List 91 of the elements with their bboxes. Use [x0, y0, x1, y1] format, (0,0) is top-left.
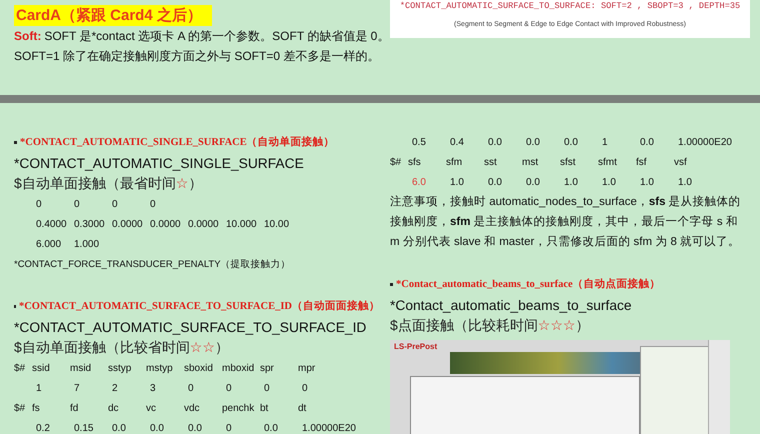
section-heading: *CONTACT_AUTOMATIC_SINGLE_SURFACE（自动单面接触）: [20, 135, 335, 149]
field-value: 6.000: [35, 238, 62, 250]
field-name: fsf: [636, 156, 647, 168]
field-name: mstyp: [146, 362, 173, 374]
field-value: 1: [601, 136, 608, 148]
field-name: fs: [32, 402, 40, 414]
field-name: bt: [260, 402, 268, 414]
field-name: mboxid: [222, 362, 254, 374]
keyword-text: *Contact_automatic_beams_to_surface: [390, 298, 632, 312]
keyword-text: *CONTACT_AUTOMATIC_SURFACE_TO_SURFACE_ID: [14, 320, 366, 334]
bullet-icon: [14, 140, 17, 144]
field-value: 1.0: [563, 176, 578, 188]
field-value: 0.0: [187, 422, 202, 434]
field-name: vc: [146, 402, 156, 414]
field-value: 0.0: [111, 422, 126, 434]
field-name: ssid: [32, 362, 50, 374]
term-label: Soft:: [14, 29, 42, 43]
field-value: 0.0: [149, 422, 164, 434]
field-value: 0: [35, 198, 42, 210]
field-value: 0.5: [411, 136, 426, 148]
field-value: 0.0: [487, 176, 502, 188]
field-value: 1.000: [73, 238, 100, 250]
app-title: LS-PrePost: [394, 342, 438, 351]
field-name: penchk: [222, 402, 254, 414]
field-value: 2: [111, 382, 118, 394]
field-name: vsf: [674, 156, 687, 168]
field-name: sst: [484, 156, 497, 168]
field-value: 3: [149, 382, 156, 394]
section-heading: CardA（紧跟 Card4 之后）: [14, 4, 212, 26]
comment-marker: $#: [390, 156, 402, 168]
field-name: sfs: [408, 156, 421, 168]
field-name: sstyp: [108, 362, 132, 374]
field-value: 0: [225, 422, 232, 434]
field-value: 0: [301, 382, 308, 394]
comment-marker: $#: [14, 362, 26, 374]
field-value: 0.0: [639, 136, 654, 148]
field-name: spr: [260, 362, 274, 374]
field-name: sfmt: [598, 156, 617, 168]
field-value: 10.00: [263, 218, 290, 230]
field-value: 0: [149, 198, 156, 210]
field-value: 6.0: [411, 176, 426, 188]
field-name: dc: [108, 402, 119, 414]
field-value: 0: [225, 382, 232, 394]
field-value: 7: [73, 382, 80, 394]
field-name: mpr: [298, 362, 316, 374]
field-value: 0.0000: [111, 218, 143, 230]
note-paragraph: 注意事项，接触时 automatic_nodes_to_surface，sfs 是从接触体的接触刚度，sfm 是主接触体的接触刚度，其中，最后一个字母 s 和 m 分别代表 slave 和 master，只需修改后面的 sfm 为 8 就可以了。: [390, 194, 742, 250]
field-value: 0.3000: [73, 218, 105, 230]
field-name: sfm: [446, 156, 462, 168]
field-name: sfst: [560, 156, 576, 168]
field-value: 1.0: [639, 176, 654, 188]
field-value: 0: [187, 382, 194, 394]
comment-marker: $#: [14, 402, 26, 414]
field-value: 1.0: [677, 176, 692, 188]
field-value: 1.00000E20: [301, 422, 356, 434]
field-value: 0.0: [487, 136, 502, 148]
field-value: 0.0: [263, 422, 278, 434]
field-value: 0.0000: [149, 218, 181, 230]
field-value: 0.4000: [35, 218, 67, 230]
field-value: 0: [73, 198, 80, 210]
field-name: msid: [70, 362, 92, 374]
section-heading: *Contact_automatic_beams_to_surface（自动点面接触）: [396, 277, 661, 291]
field-value: 0.0: [525, 136, 540, 148]
section-heading: *CONTACT_AUTOMATIC_SURFACE_TO_SURFACE_ID（自动面面接触）: [18, 299, 380, 313]
comment-text: $点面接触（比较耗时间☆☆☆）: [390, 317, 590, 335]
field-name: mst: [522, 156, 538, 168]
field-value: 1.0: [449, 176, 464, 188]
field-value: 0.15: [73, 422, 94, 434]
body-text: SOFT 是*contact 选项卡 A 的第一个参数。SOFT 的缺省值是 0。: [44, 28, 390, 44]
field-value: 0.2: [35, 422, 50, 434]
field-value: 0: [263, 382, 270, 394]
field-value: 0.4: [449, 136, 464, 148]
body-text: SOFT=1 除了在确定接触刚度方面之外与 SOFT=0 差不多是一样的。: [14, 48, 380, 64]
field-value: 0.0: [563, 136, 578, 148]
code-text: *CONTACT_AUTOMATIC_SURFACE_TO_SURFACE: SOFT=2 , SBOPT=3 , DEPTH=35: [400, 1, 740, 11]
field-name: sboxid: [184, 362, 213, 374]
field-name: vdc: [184, 402, 200, 414]
field-value: 1.00000E20: [677, 136, 732, 148]
field-value: 0: [111, 198, 118, 210]
field-value: 0.0000: [187, 218, 219, 230]
field-value: 1: [35, 382, 42, 394]
bullet-icon: [390, 282, 393, 286]
keyword-note: *CONTACT_FORCE_TRANSDUCER_PENALTY（提取接触力）: [14, 258, 291, 270]
keyword-text: *CONTACT_AUTOMATIC_SINGLE_SURFACE: [14, 156, 304, 170]
field-name: fd: [70, 402, 78, 414]
field-value: 0.0: [525, 176, 540, 188]
field-name: dt: [298, 402, 306, 414]
comment-text: $自动单面接触（最省时间☆）: [14, 175, 202, 193]
field-value: 10.000: [225, 218, 257, 230]
field-value: 1.0: [601, 176, 616, 188]
comment-text: $自动单面接触（比较省时间☆☆）: [14, 339, 229, 357]
